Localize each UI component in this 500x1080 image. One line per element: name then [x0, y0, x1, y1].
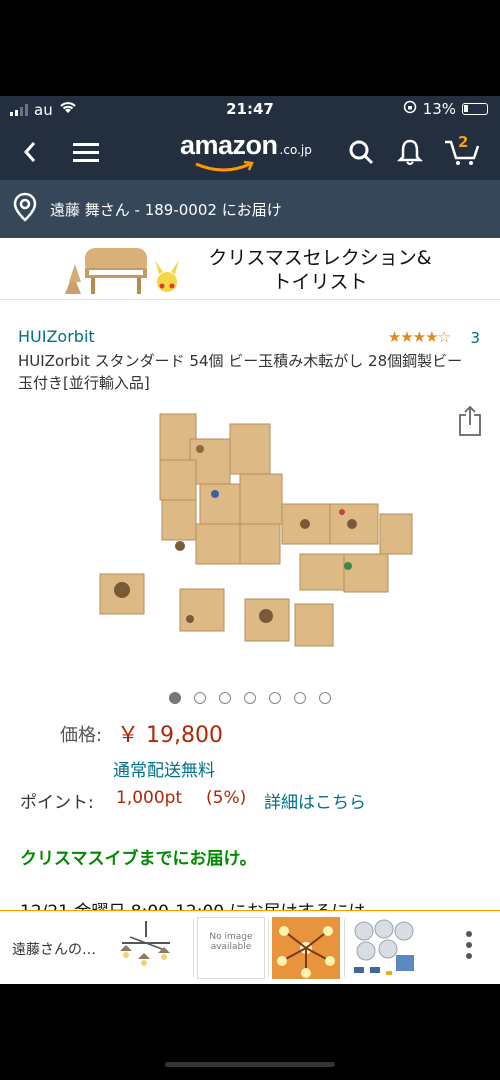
banner-title: クリスマスセレクション& トイリスト [190, 246, 450, 294]
star-rating[interactable]: ★★★★☆ [388, 328, 451, 346]
recently-viewed-strip: 遠藤さんの… No image available [0, 910, 500, 984]
product-image[interactable] [90, 404, 420, 674]
carousel-dot[interactable] [269, 692, 281, 704]
location-pin-icon [12, 192, 38, 226]
product-title: HUIZorbit スタンダード 54個 ビー玉積み木転がし 28個鋼製ビー玉付… [18, 352, 463, 392]
delivery-location-text: 遠藤 舞さん - 189-0002 にお届け [50, 200, 282, 219]
top-nav: amazon .co.jp 2 [0, 124, 500, 180]
more-options-icon[interactable] [466, 931, 472, 959]
points-details-link[interactable]: 詳細はこちら [264, 788, 366, 813]
logo-domain: .co.jp [279, 143, 312, 157]
carousel-dot[interactable] [244, 692, 256, 704]
search-icon[interactable] [345, 136, 377, 168]
carousel-dot[interactable] [169, 692, 181, 704]
free-shipping-link[interactable]: 通常配送無料 [113, 756, 215, 781]
divider [268, 919, 269, 977]
carousel-dot[interactable] [319, 692, 331, 704]
christmas-delivery-note: クリスマスイブまでにお届け。 [20, 849, 257, 869]
share-icon[interactable] [458, 405, 482, 441]
back-icon[interactable] [14, 136, 46, 168]
recently-viewed-label[interactable]: 遠藤さんの… [12, 939, 96, 959]
bell-icon[interactable] [394, 136, 426, 168]
carousel-dot[interactable] [219, 692, 231, 704]
home-indicator [165, 1062, 335, 1067]
menu-icon[interactable] [70, 136, 102, 168]
points-label: ポイント: [20, 793, 94, 813]
review-count[interactable]: 3 [470, 329, 480, 347]
price-value: ￥ 19,800 [117, 723, 223, 748]
orientation-lock-icon [403, 100, 417, 118]
no-image-line-1: No image [209, 932, 253, 942]
recent-item-light-bulbs[interactable] [350, 917, 418, 979]
divider [193, 919, 194, 977]
carousel-dot[interactable] [194, 692, 206, 704]
logo-text: amazon [180, 130, 278, 160]
recent-item-chandelier[interactable] [112, 917, 180, 979]
points-percent: (5%) [206, 788, 247, 808]
status-bar: au 21:47 13% [0, 96, 500, 124]
image-carousel-dots[interactable] [0, 692, 500, 704]
battery-percent: 13% [422, 100, 456, 118]
delivery-window: 12/21 金曜日 8:00-12:00 にお届けするには [20, 897, 366, 910]
banner-line-1: クリスマスセレクション& [208, 247, 432, 269]
cart-count: 2 [458, 133, 469, 151]
amazon-logo[interactable]: amazon .co.jp [180, 130, 312, 174]
battery-icon [462, 103, 488, 115]
no-image-line-2: available [210, 942, 252, 952]
divider [344, 919, 345, 977]
delivery-location-bar[interactable]: 遠藤 舞さん - 189-0002 にお届け [0, 180, 500, 238]
recent-item-ceiling-light[interactable] [272, 917, 340, 979]
banner-line-2: トイリスト [272, 271, 368, 293]
points-value: 1,000pt [116, 788, 183, 808]
cart-icon[interactable]: 2 [442, 133, 482, 168]
brand-link[interactable]: HUIZorbit [18, 327, 95, 346]
promo-banner[interactable]: クリスマスセレクション& トイリスト [0, 238, 500, 300]
toy-piano-image [65, 248, 179, 294]
smile-arrow-icon [195, 160, 254, 172]
product-detail: HUIZorbit ★★★★☆ 3 HUIZorbit スタンダード 54個 ビ… [0, 300, 500, 910]
carousel-dot[interactable] [294, 692, 306, 704]
price-label: 価格: [60, 725, 103, 746]
recent-item-no-image[interactable]: No image available [197, 917, 265, 979]
